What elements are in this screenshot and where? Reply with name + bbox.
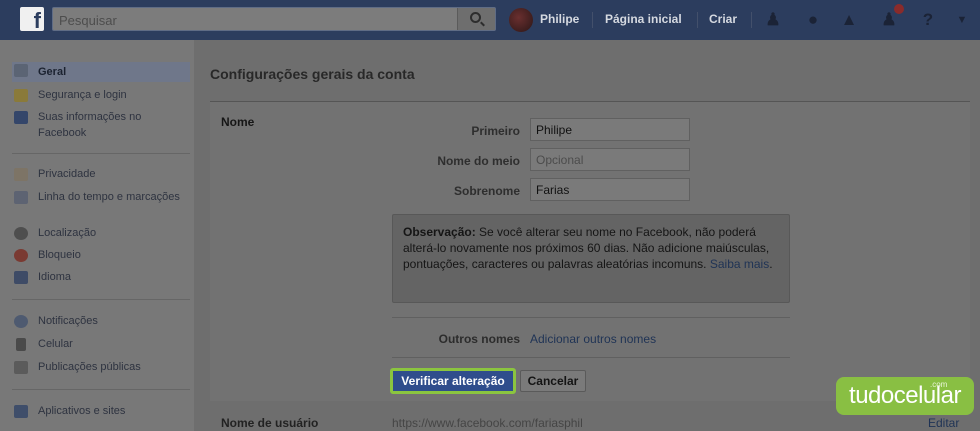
globe-icon	[14, 315, 28, 328]
facebook-icon	[14, 111, 28, 124]
nav-divider	[697, 12, 698, 28]
first-name-field[interactable]: Philipe	[530, 118, 690, 141]
sidebar-item-seguranca[interactable]: Segurança e login	[12, 87, 190, 103]
notifications-icon[interactable]: ▲	[838, 10, 860, 30]
account-menu-icon[interactable]: ▼	[951, 10, 973, 30]
friend-requests-icon[interactable]: ♟	[762, 10, 784, 30]
page-title: Configurações gerais da conta	[210, 66, 415, 82]
username-value: https://www.facebook.com/fariasphil	[392, 416, 583, 430]
gear-icon	[14, 64, 28, 77]
sidebar-item-label: Aplicativos e sites	[38, 405, 126, 417]
avatar[interactable]	[509, 8, 533, 32]
search-icon	[470, 12, 481, 23]
mobile-icon	[16, 338, 26, 351]
facebook-logo-icon[interactable]: f	[20, 7, 44, 31]
middle-name-label: Nome do meio	[437, 154, 520, 168]
sidebar-item-label: Linha do tempo e marcações	[38, 191, 180, 203]
first-name-label: Primeiro	[471, 124, 520, 138]
sidebar-item-label: Celular	[38, 338, 73, 350]
sidebar-divider	[12, 299, 190, 300]
name-section-label: Nome	[221, 115, 255, 129]
sidebar-item-label: Suas informações no Facebook	[38, 111, 142, 139]
first-name-value: Philipe	[536, 123, 573, 137]
last-name-value: Farias	[536, 183, 570, 197]
sidebar-item-label: Geral	[38, 66, 67, 78]
last-name-label: Sobrenome	[453, 184, 520, 198]
sidebar-item-notificacoes[interactable]: Notificações	[12, 313, 190, 329]
last-name-field[interactable]: Farias	[530, 178, 690, 201]
middle-name-placeholder: Opcional	[536, 153, 584, 167]
sidebar-item-label: Localização	[38, 227, 97, 239]
sidebar-item-idioma[interactable]: Idioma	[12, 269, 190, 285]
sidebar-divider	[12, 389, 190, 390]
sidebar-item-label: Idioma	[38, 271, 72, 283]
timeline-icon	[14, 191, 28, 204]
sidebar-item-bloqueio[interactable]: Bloqueio	[12, 247, 190, 263]
block-icon	[14, 249, 28, 262]
sidebar-item-label: Publicações públicas	[38, 361, 141, 373]
verify-change-button[interactable]: Verificar alteração	[390, 368, 516, 394]
top-navigation-bar: f Pesquisar Philipe Página inicial Criar…	[0, 0, 980, 40]
sidebar-item-privacidade[interactable]: Privacidade	[12, 166, 190, 182]
sidebar-item-label: Privacidade	[38, 168, 96, 180]
sidebar-item-linha-do-tempo[interactable]: Linha do tempo e marcações	[12, 189, 190, 221]
learn-more-link[interactable]: Saiba mais	[710, 257, 769, 271]
add-other-names-link[interactable]: Adicionar outros nomes	[530, 332, 656, 346]
profile-link[interactable]: Philipe	[540, 12, 579, 26]
apps-icon	[14, 405, 28, 418]
name-change-note: Observação: Se você alterar seu nome no …	[392, 214, 790, 303]
middle-name-field[interactable]: Opcional	[530, 148, 690, 171]
language-icon	[14, 271, 28, 284]
note-end: .	[769, 257, 773, 271]
messenger-icon[interactable]: ●	[802, 10, 824, 30]
notification-badge	[894, 4, 904, 14]
edit-username-link[interactable]: Editar	[928, 416, 959, 430]
tudocelular-watermark: tudocelular	[836, 377, 974, 415]
create-link[interactable]: Criar	[709, 12, 737, 26]
other-names-label: Outros nomes	[438, 332, 520, 346]
sidebar-item-localizacao[interactable]: Localização	[12, 225, 190, 241]
sidebar-item-aplicativos[interactable]: Aplicativos e sites	[12, 403, 190, 419]
location-icon	[14, 227, 28, 240]
sidebar-item-publicacoes[interactable]: Publicações públicas	[12, 359, 190, 375]
note-bold-label: Observação:	[403, 225, 476, 239]
sidebar-item-label: Notificações	[38, 315, 98, 327]
divider	[392, 317, 790, 318]
cancel-button[interactable]: Cancelar	[520, 370, 586, 392]
help-icon[interactable]: ?	[917, 10, 939, 30]
username-label: Nome de usuário	[221, 416, 319, 430]
watermark-suffix: .com	[930, 380, 948, 389]
search-button[interactable]	[457, 8, 495, 30]
sidebar-divider	[12, 153, 190, 154]
divider	[392, 357, 790, 358]
home-link[interactable]: Página inicial	[605, 12, 682, 26]
nav-divider	[592, 12, 593, 28]
sidebar-item-celular[interactable]: Celular	[12, 336, 190, 352]
shield-icon	[14, 89, 28, 102]
sidebar-item-label: Segurança e login	[38, 89, 127, 101]
nav-divider	[751, 12, 752, 28]
rss-icon	[14, 361, 28, 374]
sidebar-item-informacoes[interactable]: Suas informações no Facebook	[12, 109, 190, 141]
sidebar-item-label: Bloqueio	[38, 249, 81, 261]
sidebar-item-geral[interactable]: Geral	[12, 62, 190, 82]
search-input[interactable]: Pesquisar	[52, 7, 496, 31]
lock-icon	[14, 168, 28, 181]
search-placeholder: Pesquisar	[59, 13, 117, 28]
